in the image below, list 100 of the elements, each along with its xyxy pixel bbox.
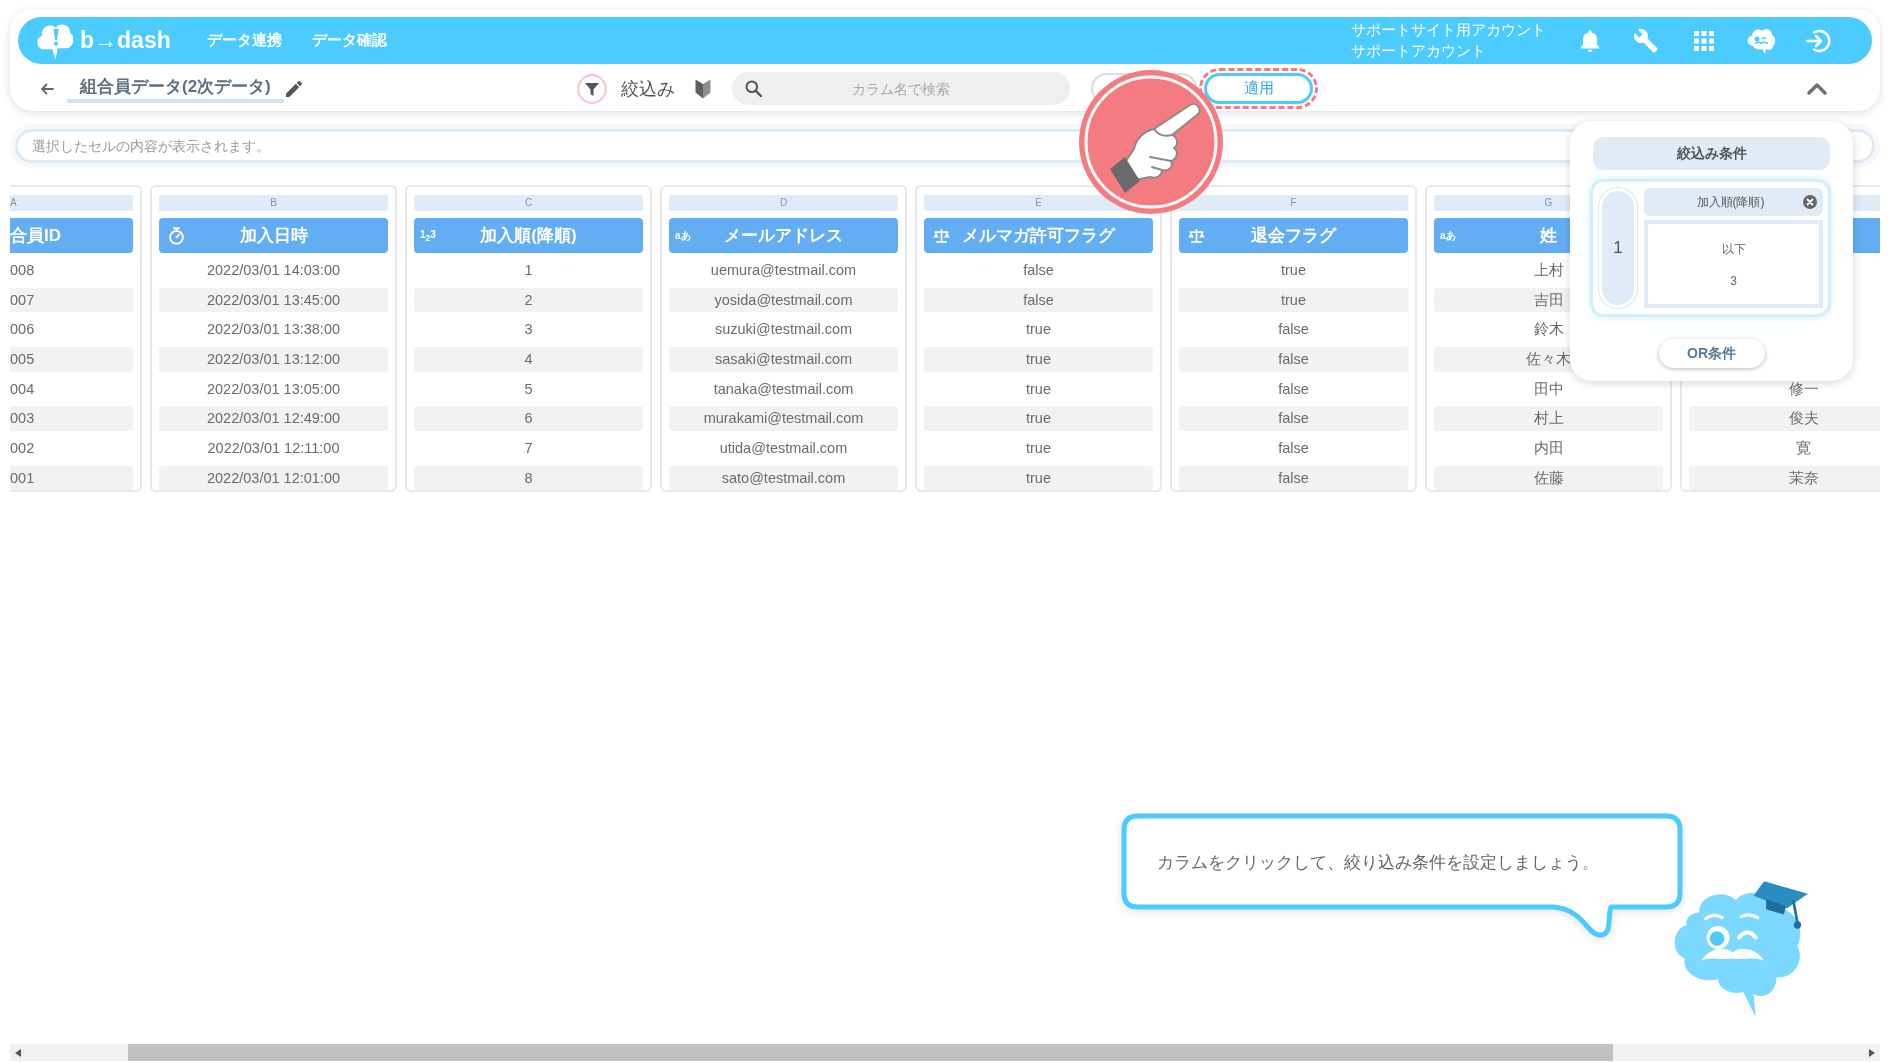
table-cell-text: false xyxy=(1277,320,1310,340)
table-cell: false xyxy=(1179,406,1408,431)
table-cell: false xyxy=(1179,465,1408,491)
apply-button[interactable]: 適用 xyxy=(1204,73,1313,104)
table-cell: 6 xyxy=(414,406,643,431)
table-cell-text: 006 xyxy=(10,320,36,340)
table-cell-text: 3 xyxy=(523,320,534,340)
table-cell-text: 2022/03/01 12:11:00 xyxy=(206,439,341,459)
table-cell-text: 002 xyxy=(10,439,36,459)
table-cell-text: 008 xyxy=(10,261,36,280)
close-icon[interactable] xyxy=(1803,195,1817,209)
table-cell-text: 内田 xyxy=(1532,439,1565,459)
table-cell: false xyxy=(924,287,1153,313)
table-cell-text: 1 xyxy=(523,261,534,280)
column-letter-bar: F xyxy=(1179,195,1408,211)
table-cell-text: utida@testmail.com xyxy=(718,439,849,459)
condition-column-name: 加入順(降順) xyxy=(1696,195,1765,209)
nav-item[interactable]: データ確認 xyxy=(311,31,387,50)
filter-panel-title: 絞込み条件 xyxy=(1593,137,1830,170)
collapse-chevron-icon[interactable] xyxy=(1807,82,1827,95)
table-cell: 8 xyxy=(414,465,643,491)
logo-icon xyxy=(36,21,73,60)
table-cell-text: suzuki@testmail.com xyxy=(713,320,854,340)
data-type-label: aあ xyxy=(1440,228,1457,243)
table-cell: 2022/03/01 12:49:00 xyxy=(159,406,388,431)
table-cell: murakami@testmail.com xyxy=(669,406,898,431)
nav-item[interactable]: データ連携 xyxy=(206,31,282,50)
table-cell-text: tanaka@testmail.com xyxy=(712,379,855,399)
table-cell: true xyxy=(1179,287,1408,313)
condition-value: 3 xyxy=(1730,273,1737,288)
table-cell-text: true xyxy=(1025,439,1052,459)
filter-label: 絞込み xyxy=(621,77,675,101)
account-user: サポートアカウント xyxy=(1351,41,1487,61)
table-cell: 2 xyxy=(414,287,643,313)
table-cell: 俊夫 xyxy=(1689,406,1880,431)
group-number: 1 xyxy=(1599,188,1637,308)
table-cell-text: 7 xyxy=(523,439,534,459)
scroll-right-icon[interactable] xyxy=(1869,1048,1875,1057)
table-cell-text: 修一 xyxy=(1787,379,1820,399)
scale-icon xyxy=(1188,226,1205,245)
table-cell-text: 田中 xyxy=(1532,379,1565,399)
data-type-label: aあ xyxy=(675,228,692,243)
logo-text[interactable]: b→dash xyxy=(80,27,171,54)
column-header[interactable]: 加入日時 xyxy=(159,218,388,253)
table-cell: 村上 xyxy=(1434,406,1663,431)
filter-icon[interactable] xyxy=(577,73,607,104)
stopwatch-icon xyxy=(168,226,185,245)
table-cell: true xyxy=(924,465,1153,491)
table-cell-text: 寛 xyxy=(1795,439,1812,459)
table-cell-text: 2022/03/01 13:05:00 xyxy=(205,379,341,399)
table-cell: 佐藤 xyxy=(1434,465,1663,491)
column-letter-bar: B xyxy=(159,195,388,211)
scroll-left-icon[interactable] xyxy=(15,1048,21,1057)
table-cell: 2022/03/01 12:01:00 xyxy=(159,465,388,491)
table-cell: 003 xyxy=(10,406,133,431)
condition-value-box[interactable]: 以下 3 xyxy=(1644,220,1823,308)
column-header[interactable]: 合員ID xyxy=(10,218,133,253)
table-cell-text: 上村 xyxy=(1532,261,1565,280)
scrollbar-thumb[interactable] xyxy=(128,1044,1613,1061)
column-header[interactable]: aあ メールアドレス xyxy=(669,218,898,253)
table-cell-text: false xyxy=(1022,261,1055,280)
table-cell: 4 xyxy=(414,347,643,372)
hint-text: カラムをクリックして、絞り込み条件を設定しましょう。 xyxy=(1157,852,1599,874)
condition-operator: 以下 xyxy=(1721,240,1746,258)
data-type-label: 1$_{2}$3 xyxy=(420,228,437,243)
search-icon xyxy=(745,80,762,97)
scale-icon xyxy=(933,226,950,245)
table-cell-text: 5 xyxy=(523,379,534,399)
table-cell-text: 2022/03/01 14:03:00 xyxy=(205,261,341,280)
beginner-mark-icon[interactable] xyxy=(695,78,711,99)
or-condition-button[interactable]: OR条件 xyxy=(1658,339,1765,368)
column-header[interactable]: 退会フラグ xyxy=(1179,218,1408,253)
dataset-title: 組合員データ(2次データ) xyxy=(67,74,284,103)
table-cell: sato@testmail.com xyxy=(669,465,898,491)
table-cell-text: true xyxy=(1280,261,1307,280)
table-cell: true xyxy=(924,406,1153,431)
table-cell-text: 2022/03/01 13:38:00 xyxy=(205,320,341,340)
back-arrow-icon[interactable] xyxy=(40,82,54,95)
table-cell: 2022/03/01 13:45:00 xyxy=(159,287,388,313)
table-cell: 2022/03/01 13:12:00 xyxy=(159,347,388,372)
table-cell-text: true xyxy=(1025,379,1052,399)
account-organization: サポートサイト用アカウント xyxy=(1351,20,1546,40)
table-cell: true xyxy=(924,347,1153,372)
table-cell-text: 004 xyxy=(10,379,36,399)
table-cell-text: false xyxy=(1277,439,1310,459)
pencil-icon[interactable] xyxy=(285,80,302,97)
column-header[interactable]: メルマガ許可フラグ xyxy=(924,218,1153,253)
table-cell-text: uemura@testmail.com xyxy=(709,261,858,280)
table-cell: 茉奈 xyxy=(1689,465,1880,491)
column-letter-bar: D xyxy=(669,195,898,211)
search-field[interactable]: カラム名で検索 xyxy=(732,72,1070,105)
table-cell: 001 xyxy=(10,465,133,491)
column-header[interactable]: 1$_{2}$3 加入順(降順) xyxy=(414,218,643,253)
table-cell: 005 xyxy=(10,347,133,372)
table-cell-text: 鈴木 xyxy=(1532,320,1565,340)
table-cell: 007 xyxy=(10,287,133,313)
table-cell-text: false xyxy=(1277,379,1310,399)
table-cell: yosida@testmail.com xyxy=(669,287,898,313)
horizontal-scrollbar[interactable] xyxy=(10,1044,1880,1061)
table-cell: false xyxy=(1179,347,1408,372)
